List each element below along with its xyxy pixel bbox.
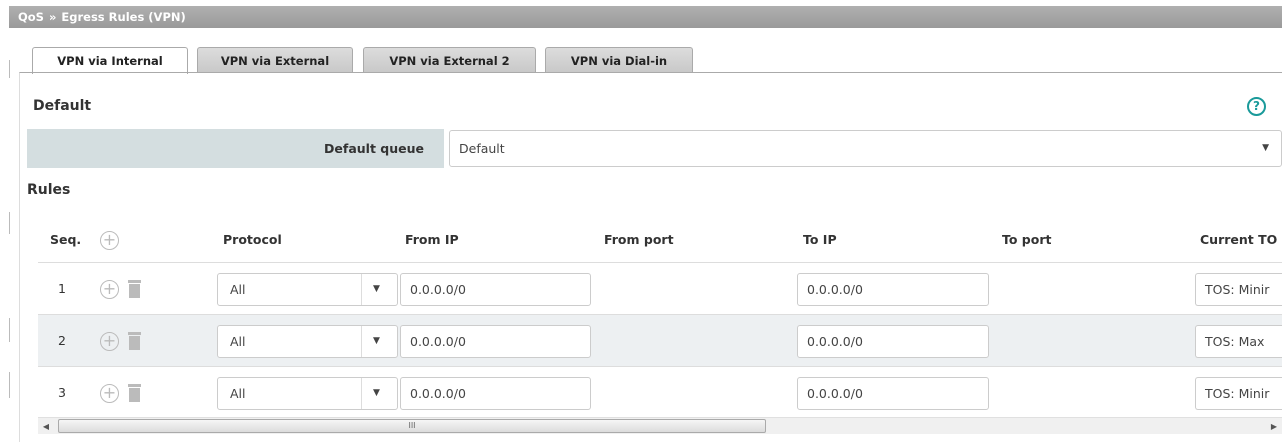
trash-icon[interactable] [128, 332, 141, 350]
default-queue-label: Default queue [27, 129, 444, 168]
chevron-down-icon: ▼ [373, 388, 380, 398]
column-header-from-ip: From IP [405, 232, 459, 247]
tab-vpn-via-dial-in[interactable]: VPN via Dial-in [545, 47, 693, 73]
tab-vpn-via-external[interactable]: VPN via External [197, 47, 353, 73]
from-ip-input[interactable]: 0.0.0.0/0 [400, 377, 591, 410]
breadcrumb: QoS » Egress Rules (VPN) [9, 6, 1282, 28]
left-edge-line [9, 318, 10, 342]
table-row: 3 + All ▼ 0.0.0.0/0 0.0.0.0/0 TOS: Minir [38, 366, 1282, 418]
help-icon[interactable]: ? [1247, 97, 1266, 116]
column-header-protocol: Protocol [223, 232, 282, 247]
left-edge-line [9, 372, 10, 398]
select-divider [361, 274, 362, 305]
row-seq: 1 [58, 281, 66, 296]
tab-vpn-via-external-2[interactable]: VPN via External 2 [363, 47, 536, 73]
protocol-value: All [230, 386, 246, 401]
protocol-select[interactable]: All ▼ [217, 273, 398, 306]
select-divider [361, 326, 362, 357]
left-edge-line [9, 212, 10, 234]
protocol-select[interactable]: All ▼ [217, 377, 398, 410]
from-ip-input[interactable]: 0.0.0.0/0 [400, 273, 591, 306]
column-header-current-tos: Current TO [1200, 232, 1278, 247]
insert-rule-icon[interactable]: + [100, 384, 119, 403]
chevron-down-icon: ▼ [1262, 143, 1269, 153]
scroll-left-arrow-icon[interactable]: ◀ [38, 418, 54, 435]
tab-vpn-via-internal[interactable]: VPN via Internal [32, 47, 188, 74]
default-queue-row: Default queue Default ▼ [27, 129, 1282, 168]
horizontal-scrollbar[interactable]: ◀ III ▶ [38, 417, 1282, 434]
column-header-to-ip: To IP [803, 232, 837, 247]
to-ip-input[interactable]: 0.0.0.0/0 [797, 325, 989, 358]
protocol-select[interactable]: All ▼ [217, 325, 398, 358]
protocol-value: All [230, 334, 246, 349]
chevron-down-icon: ▼ [373, 284, 380, 294]
breadcrumb-current: Egress Rules (VPN) [61, 10, 186, 24]
row-seq: 2 [58, 333, 66, 348]
default-section-title: Default [33, 98, 92, 114]
to-ip-input[interactable]: 0.0.0.0/0 [797, 273, 989, 306]
rules-section-title: Rules [27, 182, 71, 198]
insert-rule-icon[interactable]: + [100, 332, 119, 351]
table-row: 1 + All ▼ 0.0.0.0/0 0.0.0.0/0 TOS: Minir [38, 262, 1282, 314]
default-queue-select[interactable]: Default ▼ [449, 130, 1282, 167]
chevron-down-icon: ▼ [373, 336, 380, 346]
default-queue-value: Default [459, 141, 505, 156]
table-row: 2 + All ▼ 0.0.0.0/0 0.0.0.0/0 TOS: Max [38, 314, 1282, 366]
column-header-from-port: From port [604, 232, 674, 247]
scroll-right-arrow-icon[interactable]: ▶ [1266, 418, 1282, 435]
current-tos-select[interactable]: TOS: Minir [1195, 273, 1282, 306]
select-divider [361, 378, 362, 409]
column-header-seq: Seq. [50, 232, 82, 247]
insert-rule-icon[interactable]: + [100, 280, 119, 299]
left-edge-line [9, 60, 10, 78]
row-seq: 3 [58, 385, 66, 400]
from-ip-input[interactable]: 0.0.0.0/0 [400, 325, 591, 358]
current-tos-select[interactable]: TOS: Max [1195, 325, 1282, 358]
scrollbar-thumb[interactable]: III [58, 419, 766, 433]
trash-icon[interactable] [128, 384, 141, 402]
protocol-value: All [230, 282, 246, 297]
current-tos-select[interactable]: TOS: Minir [1195, 377, 1282, 410]
breadcrumb-separator: » [48, 10, 57, 24]
trash-icon[interactable] [128, 280, 141, 298]
add-rule-icon[interactable]: + [100, 231, 119, 250]
column-header-to-port: To port [1002, 232, 1052, 247]
breadcrumb-root[interactable]: QoS [18, 10, 44, 24]
to-ip-input[interactable]: 0.0.0.0/0 [797, 377, 989, 410]
